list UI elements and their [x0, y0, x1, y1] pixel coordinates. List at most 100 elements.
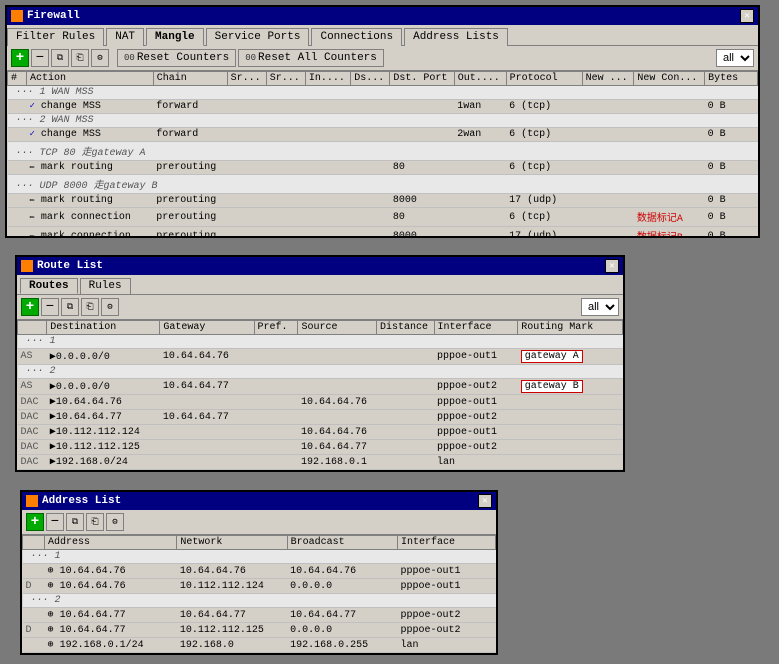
- row-newcon: [634, 100, 705, 114]
- route-window: Route List ✕ Routes Rules + − ⧉ ⎗ ⚙ all …: [15, 255, 625, 472]
- row-bytes: 0 B: [705, 227, 758, 237]
- col-header-sr1: Sr...: [227, 72, 266, 86]
- row-newcon: 数据标记B: [634, 227, 705, 237]
- add-rule-button[interactable]: +: [11, 49, 29, 67]
- address-window-title: Address List: [42, 495, 121, 507]
- check-icon: ✓: [30, 129, 35, 139]
- row-iface: pppoe-out1: [434, 395, 518, 410]
- paste-route-button[interactable]: ⎗: [81, 298, 99, 316]
- row-src: 192.168.0.1: [298, 455, 377, 470]
- route-close-button[interactable]: ✕: [605, 259, 619, 273]
- firewall-close-button[interactable]: ✕: [740, 9, 754, 23]
- table-row[interactable]: ⊕ 192.168.0.1/24 192.168.0 192.168.0.255…: [23, 638, 496, 653]
- route-title-group: Route List: [21, 260, 103, 272]
- settings-address-button[interactable]: ⚙: [106, 513, 124, 531]
- table-row[interactable]: ✓ change MSS forward 1wan 6 (tcp) 0 B: [8, 100, 758, 114]
- table-row[interactable]: DAC ▶10.112.112.125 10.64.64.77 pppoe-ou…: [18, 440, 623, 455]
- paste-rule-button[interactable]: ⎗: [71, 49, 89, 67]
- row-iface: pppoe-out1: [434, 425, 518, 440]
- col-header-ds: Ds...: [351, 72, 390, 86]
- copy-route-button[interactable]: ⧉: [61, 298, 79, 316]
- table-row[interactable]: ✏ mark connection prerouting 8000 17 (ud…: [8, 227, 758, 237]
- address-close-button[interactable]: ✕: [478, 494, 492, 508]
- row-gw: 10.64.64.77: [160, 410, 254, 425]
- row-dstport: 80: [390, 161, 454, 175]
- tab-mangle[interactable]: Mangle: [146, 28, 204, 46]
- table-row[interactable]: ⊕ 10.64.64.76 10.64.64.76 10.64.64.76 pp…: [23, 564, 496, 579]
- table-row[interactable]: ··· 2: [23, 594, 496, 608]
- row-dstport: 8000: [390, 194, 454, 208]
- table-row[interactable]: DAC ▶10.112.112.124 10.64.64.76 pppoe-ou…: [18, 425, 623, 440]
- table-row[interactable]: ··· 1 WAN MSS: [8, 86, 758, 100]
- reset-counters-button[interactable]: 00 Reset Counters: [117, 49, 236, 67]
- row-type: DAC: [18, 455, 47, 470]
- reset-all-00-label: 00: [245, 53, 256, 63]
- row-chain: forward: [153, 100, 227, 114]
- table-row[interactable]: ··· 1: [23, 550, 496, 564]
- table-row[interactable]: ··· 2: [18, 365, 623, 379]
- tab-rules[interactable]: Rules: [80, 278, 131, 294]
- copy-rule-button[interactable]: ⧉: [51, 49, 69, 67]
- route-filter-dropdown[interactable]: all: [581, 298, 619, 316]
- table-row[interactable]: ✏ mark routing prerouting 80 6 (tcp) 0 B: [8, 161, 758, 175]
- remove-address-button[interactable]: −: [46, 513, 64, 531]
- col-header-newcon: New Con...: [634, 72, 705, 86]
- pencil-icon: ✏: [30, 162, 35, 172]
- table-row[interactable]: ⊕ 10.64.64.77 10.64.64.77 10.64.64.77 pp…: [23, 608, 496, 623]
- table-row[interactable]: ✏ mark connection prerouting 80 6 (tcp) …: [8, 208, 758, 227]
- tab-connections[interactable]: Connections: [311, 28, 402, 46]
- firewall-tabs: Filter Rules NAT Mangle Service Ports Co…: [7, 25, 758, 46]
- tab-filter-rules[interactable]: Filter Rules: [7, 28, 104, 46]
- table-row[interactable]: DAC ▶10.64.64.76 10.64.64.76 pppoe-out1: [18, 395, 623, 410]
- row-in: [305, 100, 350, 114]
- row-pref: [254, 349, 298, 365]
- reset-counters-00-label: 00: [124, 53, 135, 63]
- row-protocol: 6 (tcp): [506, 128, 582, 142]
- table-row[interactable]: ✓ change MSS forward 2wan 6 (tcp) 0 B: [8, 128, 758, 142]
- table-row[interactable]: DAC ▶192.168.0/24 192.168.0.1 lan: [18, 455, 623, 470]
- add-route-button[interactable]: +: [21, 298, 39, 316]
- table-row[interactable]: AS ▶0.0.0.0/0 10.64.64.77 pppoe-out2 gat…: [18, 379, 623, 395]
- remove-route-button[interactable]: −: [41, 298, 59, 316]
- filter-dropdown[interactable]: all: [716, 49, 754, 67]
- tab-nat[interactable]: NAT: [106, 28, 144, 46]
- paste-address-button[interactable]: ⎗: [86, 513, 104, 531]
- table-row[interactable]: ··· 1: [18, 335, 623, 349]
- row-bytes: 0 B: [705, 194, 758, 208]
- address-toolbar: + − ⧉ ⎗ ⚙: [22, 510, 496, 535]
- row-iface: pppoe-out1: [434, 349, 518, 365]
- settings-rule-button[interactable]: ⚙: [91, 49, 109, 67]
- row-protocol: 6 (tcp): [506, 161, 582, 175]
- settings-route-button[interactable]: ⚙: [101, 298, 119, 316]
- col-header-pref: Pref.: [254, 321, 298, 335]
- row-dest: ▶0.0.0.0/0: [47, 349, 160, 365]
- row-d: D: [23, 579, 45, 594]
- row-protocol: 17 (udp): [506, 227, 582, 237]
- route-table-container: Destination Gateway Pref. Source Distanc…: [17, 320, 623, 470]
- table-row[interactable]: D ⊕ 10.64.64.77 10.112.112.125 0.0.0.0 p…: [23, 623, 496, 638]
- row-protocol: 17 (udp): [506, 194, 582, 208]
- row-ds: [351, 100, 390, 114]
- copy-address-button[interactable]: ⧉: [66, 513, 84, 531]
- table-row[interactable]: ··· UDP 8000 走gateway B: [8, 175, 758, 194]
- table-row[interactable]: AS ▶0.0.0.0/0 10.64.64.76 pppoe-out1 gat…: [18, 349, 623, 365]
- table-row[interactable]: ··· TCP 80 走gateway A: [8, 142, 758, 161]
- tab-address-lists[interactable]: Address Lists: [404, 28, 508, 46]
- table-row[interactable]: D ⊕ 10.64.64.76 10.112.112.124 0.0.0.0 p…: [23, 579, 496, 594]
- row-net: 10.64.64.77: [177, 608, 287, 623]
- route-tabs: Routes Rules: [17, 275, 623, 294]
- firewall-table: # Action Chain Sr... Sr... In.... Ds... …: [7, 71, 758, 236]
- reset-all-counters-button[interactable]: 00 Reset All Counters: [238, 49, 384, 67]
- row-num: [8, 227, 27, 237]
- route-titlebar: Route List ✕: [17, 257, 623, 275]
- remove-rule-button[interactable]: −: [31, 49, 49, 67]
- tab-service-ports[interactable]: Service Ports: [206, 28, 310, 46]
- row-d: [23, 608, 45, 623]
- table-row[interactable]: DAC ▶10.64.64.77 10.64.64.77 pppoe-out2: [18, 410, 623, 425]
- table-row[interactable]: ✏ mark routing prerouting 8000 17 (udp) …: [8, 194, 758, 208]
- table-row[interactable]: ··· 2 WAN MSS: [8, 114, 758, 128]
- add-address-button[interactable]: +: [26, 513, 44, 531]
- section-label: ··· UDP 8000 走gateway B: [16, 181, 158, 192]
- row-action: ✓ change MSS: [27, 100, 154, 114]
- tab-routes[interactable]: Routes: [20, 278, 78, 294]
